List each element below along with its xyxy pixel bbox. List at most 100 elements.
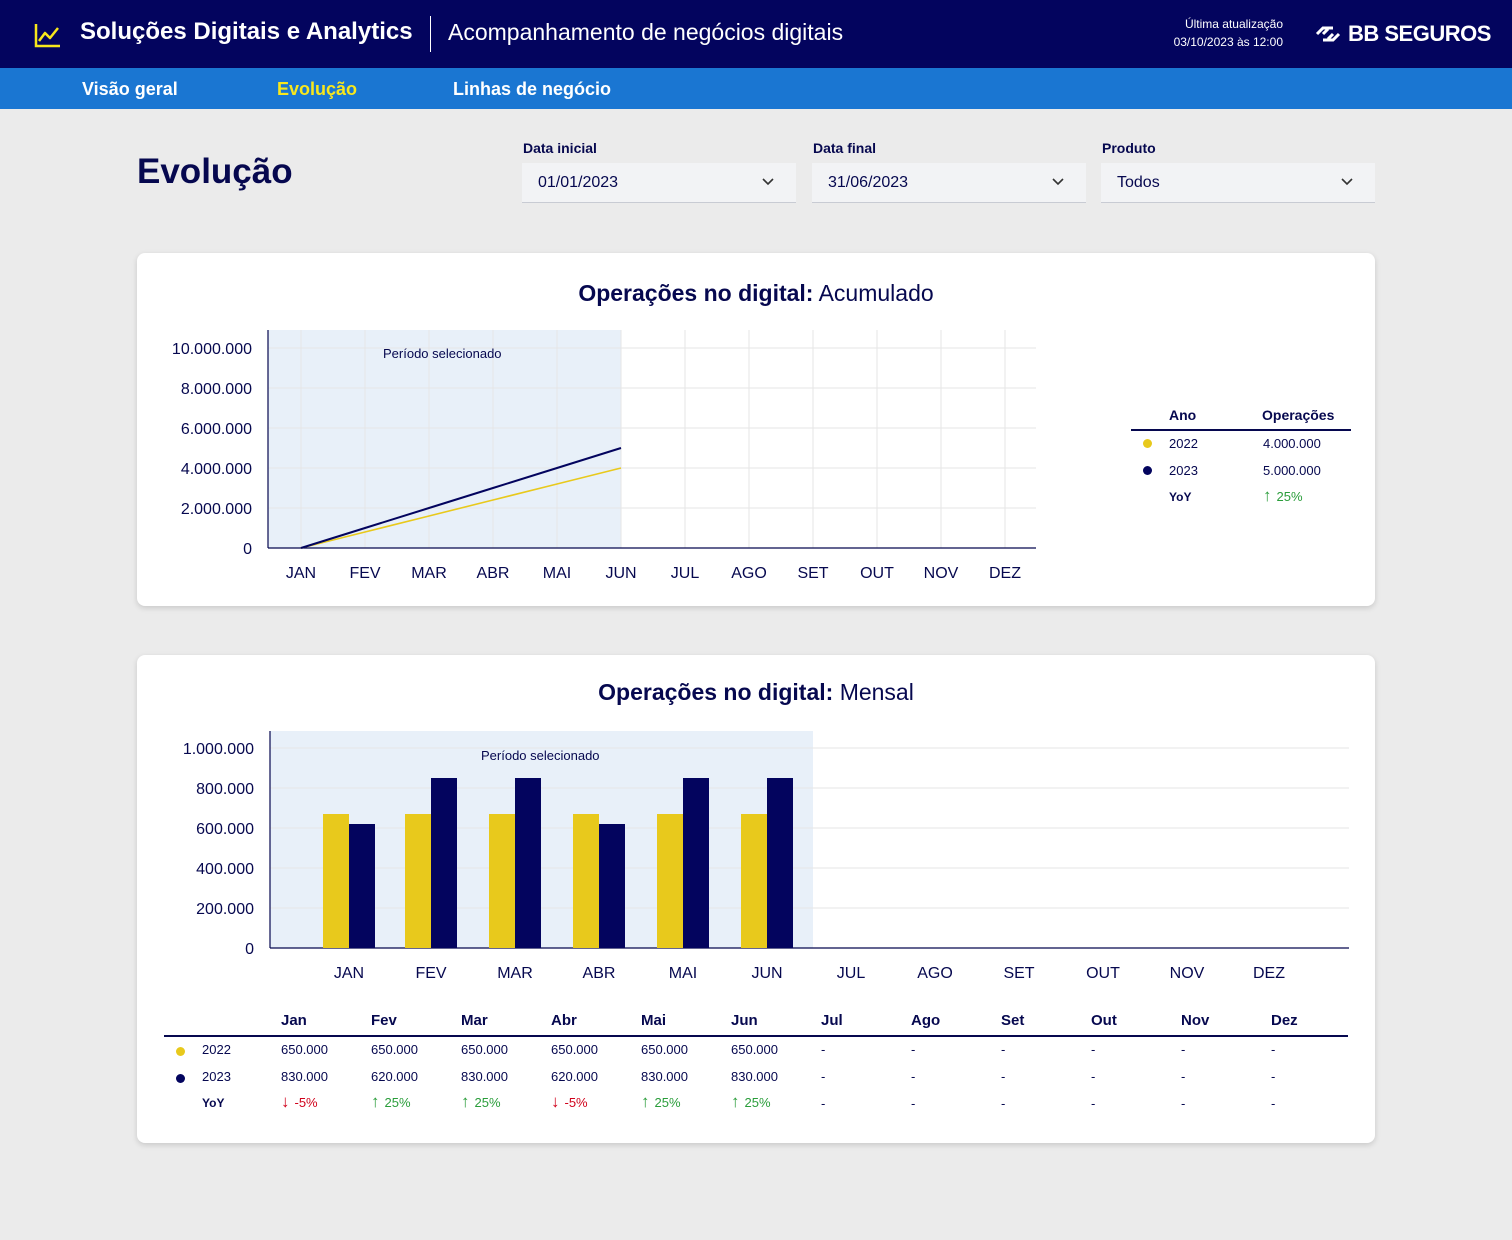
y-tick-label: 600.000: [196, 821, 254, 838]
yoy-cell: -: [911, 1096, 915, 1111]
tab-evolucao[interactable]: Evolução: [277, 79, 357, 100]
bar-2022-mai: [657, 814, 683, 948]
data-final-select[interactable]: 31/06/2023: [812, 163, 1086, 203]
yoy-value: 25%: [474, 1095, 501, 1110]
top-header: Soluções Digitais e Analytics Acompanham…: [0, 0, 1512, 68]
x-tick-label: MAR: [497, 965, 533, 982]
yoy-cell: -: [1271, 1096, 1275, 1111]
table-cell: 830.000: [281, 1069, 328, 1084]
x-tick-label: AGO: [731, 565, 767, 582]
y-tick-label: 0: [245, 941, 254, 958]
bar-2022-abr: [573, 814, 599, 948]
header-divider: [430, 16, 431, 52]
period-annotation: Período selecionado: [481, 748, 600, 763]
yoy-cell: ↑ 25%: [461, 1092, 501, 1112]
table-cell: 650.000: [551, 1042, 598, 1057]
yoy-value: 25%: [654, 1095, 681, 1110]
table-cell: 650.000: [641, 1042, 688, 1057]
produto-select[interactable]: Todos: [1101, 163, 1375, 203]
yoy-cell: -: [1181, 1096, 1185, 1111]
x-tick-label: SET: [797, 565, 828, 582]
month-header-dez: Dez: [1271, 1012, 1298, 1029]
nav-bar: Visão geral Evolução Linhas de negócio: [0, 68, 1512, 109]
table-cell: 650.000: [461, 1042, 508, 1057]
tab-visao-geral[interactable]: Visão geral: [82, 79, 178, 100]
month-header-nov: Nov: [1181, 1012, 1210, 1029]
table-cell: -: [1001, 1042, 1006, 1057]
bar-2023-abr: [599, 824, 625, 948]
y-tick-label: 8.000.000: [181, 381, 252, 398]
x-tick-label: FEV: [349, 565, 380, 582]
table-cell: -: [1091, 1069, 1096, 1084]
row-year: 2022: [202, 1042, 231, 1057]
monthly-row-yoy: YoY ↓ -5% ↑ 25% ↑ 25% ↓ -5% ↑ 25% ↑ 25% - - - - - -: [164, 1091, 1348, 1118]
legend-row-2023: 2023 5.000.000: [1131, 458, 1351, 485]
x-tick-label: JUL: [671, 565, 700, 582]
table-cell: -: [821, 1069, 826, 1084]
y-tick-label: 6.000.000: [181, 421, 252, 438]
month-header-set: Set: [1001, 1012, 1025, 1029]
bar-2023-jan: [349, 824, 375, 948]
yoy-value: -: [1181, 1096, 1186, 1111]
yoy-label: YoY: [1169, 490, 1192, 504]
series-dot: [1143, 439, 1152, 448]
chevron-down-icon: [1052, 178, 1064, 186]
x-tick-label: JUL: [837, 965, 866, 982]
filter-value: Todos: [1117, 174, 1160, 191]
accumulated-legend-table: Ano Operações 2022 4.000.000 2023 5.000.…: [1131, 405, 1351, 512]
table-cell: -: [911, 1042, 916, 1057]
yoy-value: -5%: [294, 1095, 318, 1110]
yoy-value: -: [1271, 1096, 1276, 1111]
yoy-value: -5%: [564, 1095, 588, 1110]
month-header-ago: Ago: [911, 1012, 941, 1029]
x-tick-label: OUT: [860, 565, 894, 582]
yoy-value: -: [1001, 1096, 1006, 1111]
legend-value: 5.000.000: [1263, 463, 1321, 478]
yoy-label: YoY: [202, 1096, 225, 1110]
yoy-value: 25%: [744, 1095, 771, 1110]
table-cell: -: [1001, 1069, 1006, 1084]
month-header-mar: Mar: [461, 1012, 488, 1029]
table-cell: 620.000: [551, 1069, 598, 1084]
y-tick-label: 0: [243, 541, 252, 558]
last-update-value: 03/10/2023 às 12:00: [1173, 35, 1283, 49]
app-title: Soluções Digitais e Analytics: [80, 18, 413, 45]
x-tick-label: MAI: [543, 565, 571, 582]
yoy-cell: ↑ 25%: [731, 1092, 771, 1112]
x-tick-label: NOV: [924, 565, 959, 582]
month-header-jun: Jun: [731, 1012, 758, 1029]
y-tick-label: 400.000: [196, 861, 254, 878]
arrow-up-icon: ↑: [1263, 486, 1272, 505]
x-tick-label: ABR: [583, 965, 616, 982]
page-title: Evolução: [137, 152, 293, 191]
brand-name: BB SEGUROS: [1348, 21, 1491, 46]
x-tick-label: OUT: [1086, 965, 1120, 982]
month-header-out: Out: [1091, 1012, 1117, 1029]
bar-2023-fev: [431, 778, 457, 948]
brand-logo: BB SEGUROS: [1314, 19, 1491, 49]
data-inicial-select[interactable]: 01/01/2023: [522, 163, 796, 203]
legend-row-2022: 2022 4.000.000: [1131, 431, 1351, 458]
table-cell: 830.000: [641, 1069, 688, 1084]
x-tick-label: JAN: [334, 965, 364, 982]
tab-linhas-de-negocio[interactable]: Linhas de negócio: [453, 79, 611, 100]
x-tick-label: DEZ: [989, 565, 1021, 582]
yoy-cell: -: [1001, 1096, 1005, 1111]
x-tick-label: MAI: [669, 965, 697, 982]
legend-header: Ano Operações: [1131, 405, 1351, 431]
x-tick-label: AGO: [917, 965, 953, 982]
table-cell: -: [1181, 1042, 1186, 1057]
yoy-cell: ↓ -5%: [281, 1092, 318, 1112]
y-tick-label: 4.000.000: [181, 461, 252, 478]
chevron-down-icon: [762, 178, 774, 186]
bar-2023-mai: [683, 778, 709, 948]
month-header-abr: Abr: [551, 1012, 577, 1029]
table-cell: 650.000: [281, 1042, 328, 1057]
yoy-cell: ↓ -5%: [551, 1092, 588, 1112]
selected-period-band: [268, 330, 621, 548]
arrow-up-icon: ↑: [461, 1092, 470, 1111]
y-tick-label: 1.000.000: [183, 741, 254, 758]
x-tick-label: NOV: [1170, 965, 1205, 982]
bar-2023-mar: [515, 778, 541, 948]
series-dot: [1143, 466, 1152, 475]
